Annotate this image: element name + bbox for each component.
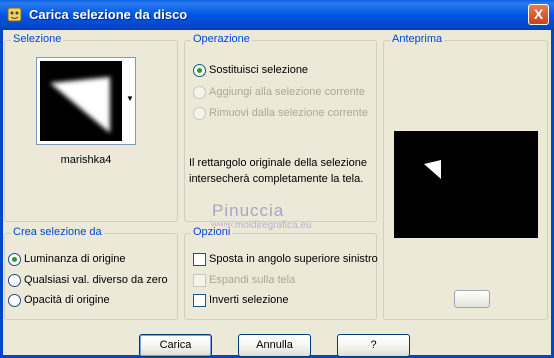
radio-selected-dot bbox=[197, 68, 202, 73]
description-line-2: intersecherà completamente la tela. bbox=[189, 173, 364, 185]
selection-name: marishka4 bbox=[60, 154, 112, 166]
cancel-button[interactable]: Annulla bbox=[238, 334, 311, 357]
selection-thumbnail-dropdown[interactable]: ▼ bbox=[36, 57, 136, 145]
option-luminanza-label[interactable]: Luminanza di origine bbox=[24, 253, 126, 265]
selection-thumbnail bbox=[40, 61, 122, 141]
help-button[interactable]: ? bbox=[337, 334, 410, 357]
radio-luminanza[interactable] bbox=[8, 253, 21, 266]
radio-opacita[interactable] bbox=[8, 294, 21, 307]
option-sposta-label[interactable]: Sposta in angolo superiore sinistro bbox=[209, 253, 378, 265]
radio-rimuovi[interactable] bbox=[193, 107, 206, 120]
option-inverti-label[interactable]: Inverti selezione bbox=[209, 294, 289, 306]
option-espandi-label[interactable]: Espandi sulla tela bbox=[209, 274, 295, 286]
window-border-left bbox=[0, 30, 3, 358]
option-opacita-label[interactable]: Opacità di origine bbox=[24, 294, 110, 306]
opzioni-legend: Opzioni bbox=[191, 226, 233, 238]
operation-description: Il rettangolo originale della selezione … bbox=[189, 155, 374, 187]
checkbox-inverti[interactable] bbox=[193, 294, 206, 307]
anteprima-legend: Anteprima bbox=[390, 33, 445, 45]
title-bar: Carica selezione da disco X bbox=[0, 0, 554, 30]
radio-selected-dot bbox=[12, 257, 17, 262]
radio-aggiungi[interactable] bbox=[193, 86, 206, 99]
load-button[interactable]: Carica bbox=[139, 334, 212, 357]
option-rimuovi-label[interactable]: Rimuovi dalla selezione corrente bbox=[209, 107, 368, 119]
radio-qualsiasi[interactable] bbox=[8, 274, 21, 287]
option-sostituisci-label[interactable]: Sostituisci selezione bbox=[209, 64, 308, 76]
preview-canvas bbox=[394, 131, 538, 238]
preview-shape bbox=[424, 160, 441, 179]
option-qualsiasi-label[interactable]: Qualsiasi val. diverso da zero bbox=[24, 274, 168, 286]
selezione-legend: Selezione bbox=[11, 33, 64, 45]
chevron-down-icon[interactable]: ▼ bbox=[126, 94, 134, 103]
checkbox-espandi[interactable] bbox=[193, 274, 206, 287]
app-icon bbox=[7, 7, 22, 22]
selection-shape bbox=[50, 77, 110, 133]
watermark-name: Pinuccia bbox=[212, 201, 285, 220]
radio-sostituisci[interactable] bbox=[193, 64, 206, 77]
option-aggiungi-label[interactable]: Aggiungi alla selezione corrente bbox=[209, 86, 365, 98]
preview-zoom-button[interactable] bbox=[454, 290, 490, 308]
window-title: Carica selezione da disco bbox=[29, 7, 188, 22]
crea-legend: Crea selezione da bbox=[11, 226, 104, 238]
close-button[interactable]: X bbox=[528, 4, 549, 25]
operazione-legend: Operazione bbox=[191, 33, 252, 45]
checkbox-sposta[interactable] bbox=[193, 253, 206, 266]
description-line-1: Il rettangolo originale della selezione bbox=[189, 157, 367, 169]
